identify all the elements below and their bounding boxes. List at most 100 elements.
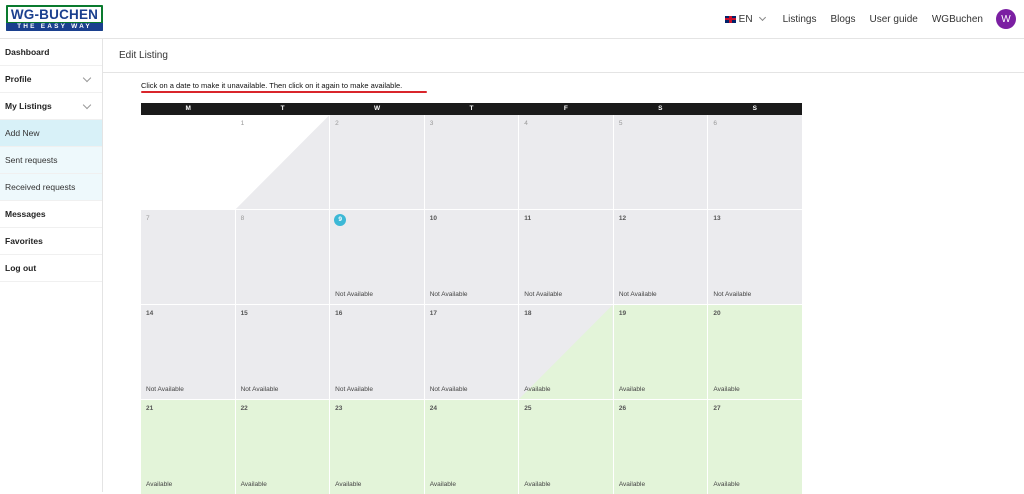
sidebar-item-messages[interactable]: Messages bbox=[0, 201, 102, 228]
page-title: Edit Listing bbox=[119, 50, 168, 61]
day-availability-status: Not Available bbox=[618, 291, 657, 298]
calendar-day[interactable]: 12 Not Available bbox=[613, 210, 708, 304]
day-number: 20 bbox=[713, 310, 721, 317]
calendar-day[interactable]: 10 Not Available bbox=[424, 210, 519, 304]
day-number: 16 bbox=[335, 310, 343, 317]
day-number: 24 bbox=[429, 405, 437, 412]
day-number: 18 bbox=[524, 310, 532, 317]
day-number: 22 bbox=[240, 405, 248, 412]
calendar-day[interactable]: 7 bbox=[141, 210, 235, 304]
day-number: 12 bbox=[618, 215, 627, 222]
day-availability-status: Available bbox=[335, 481, 362, 488]
weekday-wed: W bbox=[373, 105, 381, 112]
day-availability-status: Available bbox=[713, 386, 740, 393]
day-number: 7 bbox=[146, 215, 150, 222]
day-number: 5 bbox=[618, 120, 623, 127]
weekday-fri: F bbox=[563, 105, 568, 112]
sidebar-item-favorites[interactable]: Favorites bbox=[0, 228, 102, 255]
calendar-day[interactable]: 21 Available bbox=[141, 400, 235, 494]
day-availability-status: Available bbox=[618, 481, 646, 488]
day-availability-status: Not Available bbox=[429, 386, 468, 393]
calendar-day[interactable]: 15 Not Available bbox=[235, 305, 330, 399]
day-number: 2 bbox=[335, 120, 339, 127]
calendar-day[interactable]: 22 Available bbox=[235, 400, 330, 494]
wg-buchen-logo[interactable]: WG-BUCHEN THE EASY WAY bbox=[6, 5, 103, 31]
chevron-down-icon bbox=[82, 73, 92, 83]
calendar-day[interactable]: 26 Available bbox=[613, 400, 708, 494]
calendar-day[interactable]: 24 Available bbox=[424, 400, 519, 494]
day-availability-status: Not Available bbox=[240, 386, 279, 393]
day-availability-status: Available bbox=[618, 386, 646, 393]
calendar-day[interactable]: 5 bbox=[613, 115, 708, 209]
logo-title: WG-BUCHEN bbox=[6, 5, 103, 24]
uk-flag-icon bbox=[724, 15, 736, 23]
day-availability-status: Not Available bbox=[429, 291, 468, 298]
calendar-day[interactable]: 14 Not Available bbox=[141, 305, 235, 399]
day-number: 23 bbox=[335, 405, 343, 412]
day-number: 13 bbox=[713, 215, 721, 222]
calendar-day[interactable]: 23 Available bbox=[330, 400, 424, 494]
weekday-thu: T bbox=[469, 105, 474, 112]
calendar-day[interactable]: 11 Not Available bbox=[519, 210, 613, 304]
calendar-day[interactable]: 1 bbox=[235, 115, 330, 209]
day-availability-status: Not Available bbox=[524, 291, 563, 298]
nav-link-user-guide[interactable]: User guide bbox=[870, 14, 918, 25]
day-number: 1 bbox=[240, 120, 245, 127]
day-number: 6 bbox=[713, 120, 718, 127]
nav-link-blogs[interactable]: Blogs bbox=[830, 14, 855, 25]
calendar-day[interactable]: 4 bbox=[519, 115, 613, 209]
sidebar-item-label: Messages bbox=[5, 209, 46, 219]
calendar-day[interactable]: 20 Available bbox=[708, 305, 802, 399]
sidebar-item-my-listings[interactable]: My Listings bbox=[0, 93, 102, 120]
day-availability-status: Available bbox=[524, 481, 551, 488]
sidebar: Dashboard Profile My Listings Add New Se… bbox=[0, 39, 103, 492]
calendar-day[interactable]: 6 bbox=[708, 115, 802, 209]
availability-calendar: M T W T F S S 1 2 3 4 5 6 7 8 9 Not Available 10 No… bbox=[141, 103, 802, 494]
day-availability-status: Available bbox=[713, 481, 740, 488]
calendar-day[interactable]: 18 Available bbox=[519, 305, 613, 399]
sidebar-item-profile[interactable]: Profile bbox=[0, 66, 102, 93]
calendar-day[interactable]: 17 Not Available bbox=[424, 305, 519, 399]
sidebar-item-dashboard[interactable]: Dashboard bbox=[0, 39, 102, 66]
weekday-sun: S bbox=[752, 105, 757, 112]
sidebar-item-sent-requests[interactable]: Sent requests bbox=[0, 147, 102, 174]
weekday-sat: S bbox=[658, 105, 663, 112]
calendar-day[interactable]: 2 bbox=[330, 115, 424, 209]
page-header: Edit Listing bbox=[103, 39, 1024, 73]
calendar-day[interactable]: 19 Available bbox=[613, 305, 708, 399]
day-number: 15 bbox=[240, 310, 248, 317]
language-label: EN bbox=[738, 13, 753, 25]
logo-tagline: THE EASY WAY bbox=[6, 23, 103, 31]
calendar-day[interactable]: 13 Not Available bbox=[708, 210, 802, 304]
day-number: 17 bbox=[429, 310, 437, 317]
day-number: 25 bbox=[524, 405, 532, 412]
nav-link-account[interactable]: WGBuchen bbox=[932, 14, 983, 25]
calendar-day[interactable]: 27 Available bbox=[708, 400, 802, 494]
calendar-day[interactable]: 16 Not Available bbox=[330, 305, 424, 399]
sidebar-item-label: Sent requests bbox=[5, 155, 58, 165]
calendar-day[interactable]: 9 Not Available bbox=[330, 210, 424, 304]
avatar[interactable]: W bbox=[996, 9, 1016, 29]
calendar-day[interactable]: 25 Available bbox=[519, 400, 613, 494]
sidebar-item-label: Log out bbox=[5, 263, 37, 273]
day-number: 8 bbox=[240, 215, 245, 222]
instruction-underline bbox=[141, 91, 427, 93]
chevron-down-icon bbox=[758, 13, 766, 22]
sidebar-item-label: My Listings bbox=[5, 101, 52, 111]
calendar-weekday-header: M T W T F S S bbox=[141, 103, 802, 115]
day-availability-status: Not Available bbox=[335, 291, 373, 298]
day-number: 21 bbox=[146, 405, 154, 412]
sidebar-item-label: Dashboard bbox=[5, 47, 50, 57]
nav-link-listings[interactable]: Listings bbox=[783, 14, 817, 25]
calendar-day[interactable]: 8 bbox=[235, 210, 330, 304]
day-availability-status: Not Available bbox=[335, 386, 373, 393]
day-availability-status: Available bbox=[146, 481, 173, 488]
sidebar-item-received-requests[interactable]: Received requests bbox=[0, 174, 102, 201]
day-availability-status: Not Available bbox=[146, 386, 184, 393]
calendar-day[interactable]: 3 bbox=[424, 115, 519, 209]
language-selector[interactable]: EN bbox=[724, 13, 766, 25]
sidebar-item-log-out[interactable]: Log out bbox=[0, 255, 102, 282]
split-day-shading bbox=[235, 115, 330, 209]
sidebar-item-add-new[interactable]: Add New bbox=[0, 120, 102, 147]
top-navbar: WG-BUCHEN THE EASY WAY EN Listings Blogs… bbox=[0, 0, 1024, 39]
